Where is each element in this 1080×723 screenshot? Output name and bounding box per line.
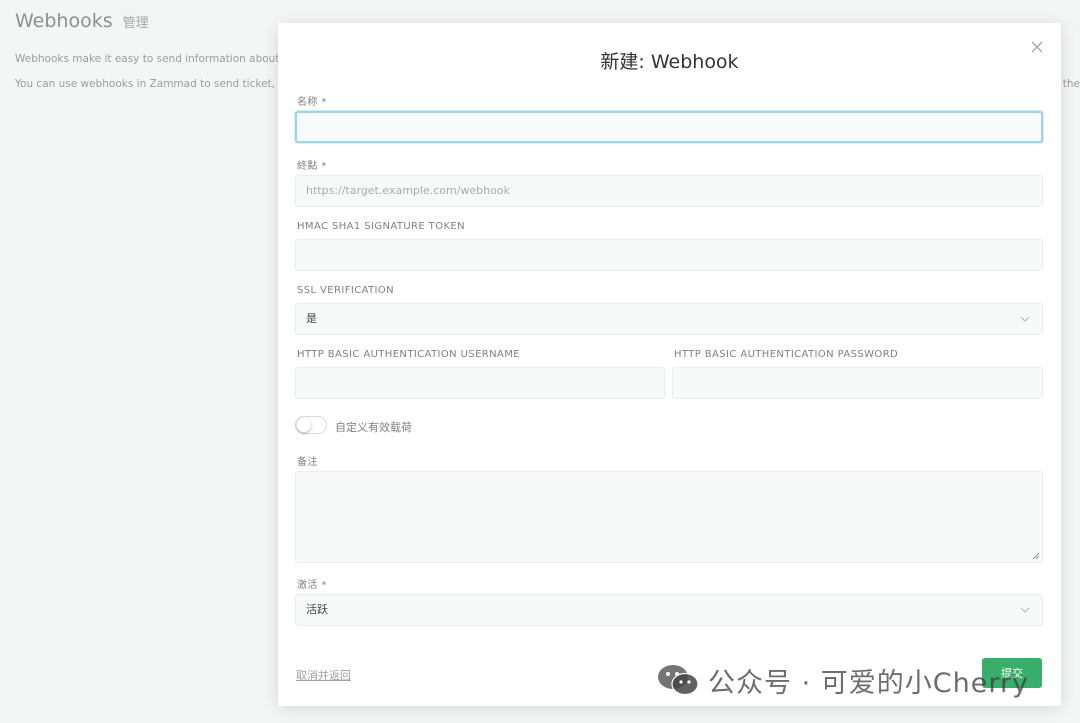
toggle-knob xyxy=(297,418,311,432)
http-password-label: HTTP BASIC AUTHENTICATION PASSWORD xyxy=(674,349,899,360)
note-textarea[interactable] xyxy=(295,471,1043,563)
hmac-token-label: HMAC SHA1 SIGNATURE TOKEN xyxy=(297,221,466,232)
name-label: 名称 * xyxy=(297,97,327,108)
close-icon[interactable] xyxy=(1029,39,1045,55)
hmac-token-input[interactable] xyxy=(295,239,1043,271)
name-input[interactable] xyxy=(295,111,1043,143)
chevron-down-icon xyxy=(1020,316,1030,322)
modal-title: 新建: Webhook xyxy=(600,51,739,73)
page: Webhooks 管理 Webhooks make it easy to sen… xyxy=(0,0,1080,723)
http-username-label: HTTP BASIC AUTHENTICATION USERNAME xyxy=(297,349,521,360)
resize-grip-icon[interactable] xyxy=(1032,552,1040,560)
chevron-down-icon xyxy=(1020,607,1030,613)
active-label: 激活 * xyxy=(297,580,327,591)
custom-payload-label: 自定义有效载荷 xyxy=(335,421,412,434)
http-username-input[interactable] xyxy=(295,367,665,399)
intro-text-2: You can use webhooks in Zammad to send t… xyxy=(15,78,294,90)
endpoint-input[interactable]: https://target.example.com/webhook xyxy=(295,175,1043,207)
active-select[interactable]: 活跃 xyxy=(295,594,1043,626)
submit-button[interactable]: 提交 xyxy=(982,658,1042,688)
note-label: 备注 xyxy=(297,457,318,468)
page-title-sub: 管理 xyxy=(122,16,149,31)
ssl-verification-label: SSL VERIFICATION xyxy=(297,285,395,296)
ssl-verification-value: 是 xyxy=(306,312,317,325)
custom-payload-toggle[interactable] xyxy=(295,416,327,434)
ssl-verification-select[interactable]: 是 xyxy=(295,303,1043,335)
endpoint-label: 終點 * xyxy=(297,161,327,172)
cancel-link[interactable]: 取消并返回 xyxy=(296,667,351,683)
intro-text-1: Webhooks make it easy to send informatio… xyxy=(15,53,290,65)
active-value: 活跃 xyxy=(306,603,328,616)
http-password-input[interactable] xyxy=(672,367,1043,399)
new-webhook-modal: 新建: Webhook 名称 * 終點 * https://target.exa… xyxy=(278,23,1061,706)
page-title-text: Webhooks xyxy=(15,10,113,32)
page-title: Webhooks 管理 xyxy=(15,10,149,32)
